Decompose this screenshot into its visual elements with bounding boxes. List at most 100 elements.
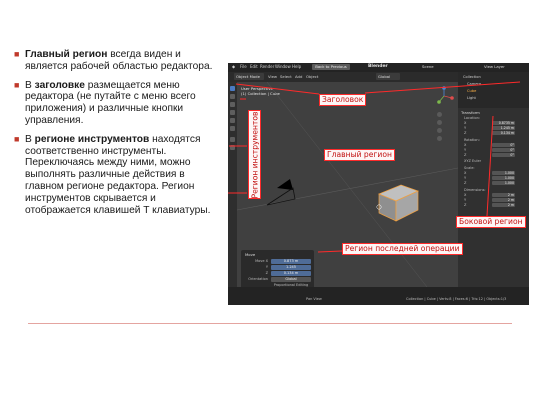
status-hint: Pan View [306, 297, 322, 301]
annotate-tool-icon[interactable] [230, 137, 235, 142]
location-y-field[interactable]: 1.245 m [492, 126, 515, 130]
menu-window[interactable]: Window [275, 64, 291, 69]
location-z-field[interactable]: 0.134 m [492, 131, 515, 135]
scale-x-label: X [464, 171, 467, 175]
scale-label: Scale: [464, 166, 475, 170]
move-y-field[interactable]: 1.245 [271, 265, 311, 270]
scale-tool-icon[interactable] [230, 118, 235, 123]
scene-statistics: Collection | Cube | Verts:8 | Faces:6 | … [406, 297, 507, 301]
scale-z-field[interactable]: 1.000 [492, 181, 515, 185]
square-bullet-icon: ■ [14, 133, 20, 144]
menu-edit[interactable]: Edit [250, 64, 258, 69]
blender-screenshot: ◆ File Edit Render Window Help Back to P… [228, 63, 529, 305]
bullet-bold: Главный регион [25, 49, 108, 60]
rotation-x-label: X [464, 143, 467, 147]
header-add-menu[interactable]: Add [295, 74, 302, 79]
move-x-label: Move X [255, 259, 268, 263]
outliner-item[interactable]: Collection [463, 75, 481, 79]
editor-header: Object Mode View Select Add Object Globa… [228, 72, 458, 82]
dimensions-label: Dimensions: [464, 188, 486, 192]
header-view-menu[interactable]: View [268, 74, 277, 79]
bullet-text: находятся соответственно инструменты. Пе… [25, 133, 211, 216]
top-bar: ◆ File Edit Render Window Help Back to P… [228, 63, 529, 72]
grid-axis-line [237, 167, 458, 211]
blender-logo-icon[interactable]: ◆ [232, 64, 235, 69]
dimensions-z-field[interactable]: 2 m [492, 203, 515, 207]
dimensions-y-label: Y [464, 198, 467, 202]
back-to-previous-button[interactable]: Back to Previous [312, 64, 350, 70]
app-title: Blender [368, 64, 388, 69]
scale-x-field[interactable]: 1.000 [492, 171, 515, 175]
location-z-label: Z [464, 131, 467, 135]
square-bullet-icon: ■ [14, 49, 20, 59]
callout-header: Заголовок [319, 94, 367, 106]
move-tool-icon[interactable] [230, 102, 235, 107]
transform-section-title[interactable]: Transform [461, 110, 480, 115]
rotation-label: Rotation: [464, 138, 480, 142]
divider-line [28, 323, 512, 324]
bullet-bold: регионе инструментов [34, 133, 150, 145]
location-label: Location: [464, 116, 480, 120]
bullet-main-region: ■ Главный регион всегда виден и является… [14, 49, 214, 73]
bullet-lead: В [25, 133, 35, 145]
outliner-item[interactable]: Cube [467, 89, 476, 93]
camera-icon [266, 179, 296, 206]
scale-y-label: Y [464, 176, 467, 180]
scene-selector[interactable]: Scene [422, 64, 434, 69]
rotation-x-field[interactable]: 0° [492, 143, 515, 147]
move-x-field[interactable]: 0.873 m [271, 259, 311, 264]
callout-last-operation: Регион последней операции [342, 243, 463, 255]
move-z-field[interactable]: 0.134 m [271, 271, 311, 276]
select-box-tool-icon[interactable] [230, 86, 235, 91]
dimensions-x-label: X [464, 193, 467, 197]
tool-region [228, 82, 237, 287]
status-bar: Pan View Collection | Cube | Verts:8 | F… [228, 287, 529, 305]
scale-y-field[interactable]: 1.000 [492, 176, 515, 180]
outliner-item[interactable]: Camera [467, 82, 481, 86]
rotation-z-label: Z [464, 153, 467, 157]
outliner: Collection Camera Cube Light [458, 72, 529, 108]
bullet-tools-region: ■ В регионе инструментов находятся соотв… [14, 134, 214, 217]
rotate-tool-icon[interactable] [230, 110, 235, 115]
last-operation-panel[interactable]: Move Move X 0.873 m Y 1.245 Z 0.134 m Or… [241, 250, 314, 290]
callout-sidebar-region: Боковой регион [456, 216, 526, 228]
menu-render[interactable]: Render [260, 64, 274, 69]
move-y-label: Y [265, 265, 268, 269]
bullet-header: ■ В заголовке размещается меню редактора… [14, 80, 214, 127]
header-select-menu[interactable]: Select [280, 74, 292, 79]
square-bullet-icon: ■ [14, 79, 20, 90]
cursor-tool-icon[interactable] [230, 94, 235, 99]
menu-file[interactable]: File [240, 64, 247, 69]
rotation-z-field[interactable]: 0° [492, 153, 515, 157]
sidebar-region: Collection Camera Cube Light Transform L… [458, 72, 529, 287]
callout-tools-region: Регион инструментов [248, 110, 261, 199]
rotation-y-label: Y [464, 148, 467, 152]
operator-title: Move [245, 252, 256, 257]
dimensions-z-label: Z [464, 203, 467, 207]
bullet-list: ■ Главный регион всегда виден и является… [14, 49, 214, 223]
orientation-label: Orientation [248, 277, 268, 281]
bullet-bold: заголовке [34, 79, 85, 91]
rotation-y-field[interactable]: 0° [492, 148, 515, 152]
outliner-item[interactable]: Light [467, 96, 476, 100]
bullet-lead: В [25, 79, 35, 91]
menu-help[interactable]: Help [292, 64, 301, 69]
view-layer-selector[interactable]: View Layer [484, 64, 505, 69]
callout-tools-text: Регион инструментов [250, 111, 259, 198]
location-y-label: Y [464, 126, 467, 130]
rotation-mode-dropdown[interactable]: XYZ Euler [464, 159, 481, 163]
cube-object [378, 184, 419, 222]
measure-tool-icon[interactable] [230, 145, 235, 150]
location-x-field[interactable]: 0.8735 m [492, 121, 515, 125]
orientation-dropdown[interactable]: Global [271, 277, 311, 282]
header-object-menu[interactable]: Object [306, 74, 318, 79]
scale-z-label: Z [464, 181, 467, 185]
move-z-label: Z [265, 271, 268, 275]
transform-tool-icon[interactable] [230, 126, 235, 131]
location-x-label: X [464, 121, 467, 125]
transform-orientation-dropdown[interactable]: Global [376, 73, 400, 80]
dimensions-y-field[interactable]: 2 m [492, 198, 515, 202]
object-mode-dropdown[interactable]: Object Mode [234, 73, 264, 80]
dimensions-x-field[interactable]: 2 m [492, 193, 515, 197]
callout-main-region: Главный регион [324, 149, 395, 161]
